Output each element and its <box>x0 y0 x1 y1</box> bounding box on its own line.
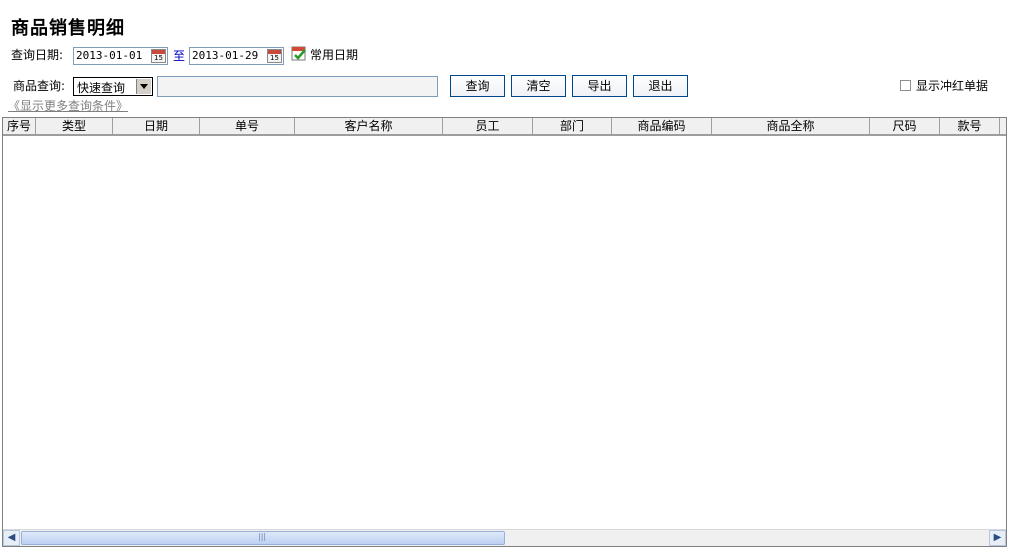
column-header[interactable]: 单号 <box>200 118 295 134</box>
query-date-label: 查询日期: <box>11 48 64 62</box>
column-header[interactable]: 类型 <box>36 118 113 134</box>
table-header: 序号 类型 日期 单号 客户名称 员工 部门 商品编码 商品全称 尺码 款号 <box>3 118 1006 136</box>
scrollbar-thumb[interactable]: ||| <box>21 531 505 545</box>
column-header[interactable]: 日期 <box>113 118 200 134</box>
chevron-left-icon[interactable]: ◀ <box>3 530 20 546</box>
query-mode-select[interactable]: 快速查询 <box>73 77 153 96</box>
calendar-icon[interactable]: 15 <box>151 49 166 63</box>
column-header[interactable]: 商品全称 <box>712 118 870 134</box>
column-header[interactable]: 员工 <box>443 118 533 134</box>
product-query-input[interactable] <box>157 76 438 97</box>
show-reversal-checkbox[interactable] <box>900 80 911 91</box>
column-header[interactable]: 部门 <box>533 118 612 134</box>
end-date-value: 2013-01-29 <box>192 49 259 62</box>
start-date-value: 2013-01-01 <box>76 49 143 62</box>
start-date-field[interactable]: 2013-01-01 15 <box>73 47 168 65</box>
page-title: 商品销售明细 <box>11 18 125 39</box>
product-query-label: 商品查询: <box>13 79 66 93</box>
query-mode-value: 快速查询 <box>77 81 126 95</box>
column-header[interactable]: 商品编码 <box>612 118 712 134</box>
column-header[interactable]: 序号 <box>3 118 36 134</box>
calendar-icon[interactable]: 15 <box>267 49 282 63</box>
calendar-check-icon[interactable] <box>291 46 308 62</box>
column-header[interactable]: 客户名称 <box>295 118 443 134</box>
query-button[interactable]: 查询 <box>450 75 505 97</box>
common-date-link[interactable]: 常用日期 <box>310 47 358 63</box>
sales-detail-table[interactable]: 序号 类型 日期 单号 客户名称 员工 部门 商品编码 商品全称 尺码 款号 ◀… <box>2 117 1007 547</box>
show-reversal-label: 显示冲红单据 <box>916 79 989 93</box>
end-date-field[interactable]: 2013-01-29 15 <box>189 47 284 65</box>
export-button[interactable]: 导出 <box>572 75 627 97</box>
chevron-down-icon[interactable] <box>136 79 151 94</box>
horizontal-scrollbar[interactable]: ◀ ||| ▶ <box>3 529 1006 546</box>
date-to-label: 至 <box>173 49 186 63</box>
chevron-right-icon[interactable]: ▶ <box>989 530 1006 546</box>
column-header[interactable]: 尺码 <box>870 118 940 134</box>
clear-button[interactable]: 清空 <box>511 75 566 97</box>
column-header[interactable]: 款号 <box>940 118 1000 134</box>
more-conditions-link[interactable]: 《显示更多查询条件》 <box>8 97 128 114</box>
exit-button[interactable]: 退出 <box>633 75 688 97</box>
